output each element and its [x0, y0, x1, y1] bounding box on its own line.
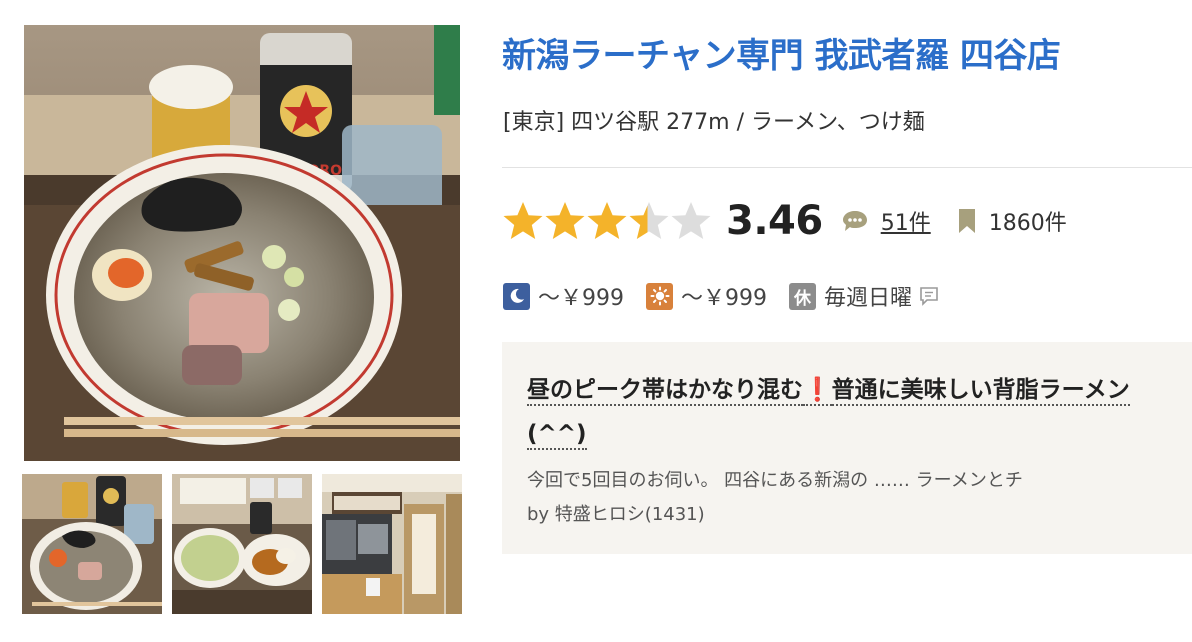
star-icon	[545, 202, 585, 239]
bookmark-icon	[958, 209, 975, 233]
comment-icon[interactable]	[918, 285, 940, 307]
holiday-badge: 休	[789, 282, 816, 310]
budget-row: ～￥999 ～￥999 休 毎週日曜	[503, 281, 940, 311]
review-snippet: 今回で5回目のお伺い。 四谷にある新潟の …… ラーメンとチ	[527, 470, 1023, 491]
ramen-curry-thumbnail-image	[172, 474, 312, 614]
main-photo[interactable]: SAPPORO	[24, 25, 460, 461]
rating-score: 3.46	[726, 198, 823, 244]
thumbnail-photo-3[interactable]	[322, 474, 462, 614]
review-title-line2: (^^)	[527, 421, 587, 450]
star-icon	[671, 202, 711, 239]
moon-icon	[503, 282, 530, 310]
star-icon	[629, 202, 669, 239]
review-author-link[interactable]: by 特盛ヒロシ(1431)	[527, 500, 705, 526]
featured-review-card: 昼のピーク帯はかなり混む❗普通に美味しい背脂ラーメン (^^) 今回で5回目のお…	[502, 342, 1192, 554]
review-title-part1: 昼のピーク帯はかなり混む	[527, 377, 803, 406]
thumbnail-photo-1[interactable]	[22, 474, 162, 614]
star-icon	[503, 202, 543, 239]
rating-row: 3.46 51件 1860件	[502, 196, 1067, 246]
divider	[502, 167, 1192, 168]
star-rating	[502, 200, 712, 242]
speech-bubble-icon	[842, 211, 867, 231]
exclamation-icon: ❗	[803, 377, 832, 406]
review-title-part2: 普通に美味しい背脂ラーメン	[831, 377, 1130, 406]
ramen-thumbnail-image	[22, 474, 162, 614]
regular-holiday: 毎週日曜	[824, 286, 913, 311]
area-genre-text: [東京] 四ツ谷駅 277m / ラーメン、つけ麺	[503, 110, 925, 135]
shop-interior-thumbnail-image	[322, 474, 462, 614]
sun-icon	[646, 282, 673, 310]
bookmark-count: 1860件	[988, 211, 1067, 236]
dinner-budget: ～￥999	[538, 286, 624, 311]
star-icon	[587, 202, 627, 239]
thumbnail-photo-2[interactable]	[172, 474, 312, 614]
ramen-photo-image: SAPPORO	[24, 25, 460, 461]
review-count-link[interactable]: 51件	[881, 205, 931, 237]
restaurant-name-link[interactable]: 新潟ラーチャン専門 我武者羅 四谷店	[502, 28, 1061, 77]
lunch-budget: ～￥999	[681, 286, 767, 311]
review-title-link[interactable]: 昼のピーク帯はかなり混む❗普通に美味しい背脂ラーメン (^^)	[527, 368, 1192, 456]
